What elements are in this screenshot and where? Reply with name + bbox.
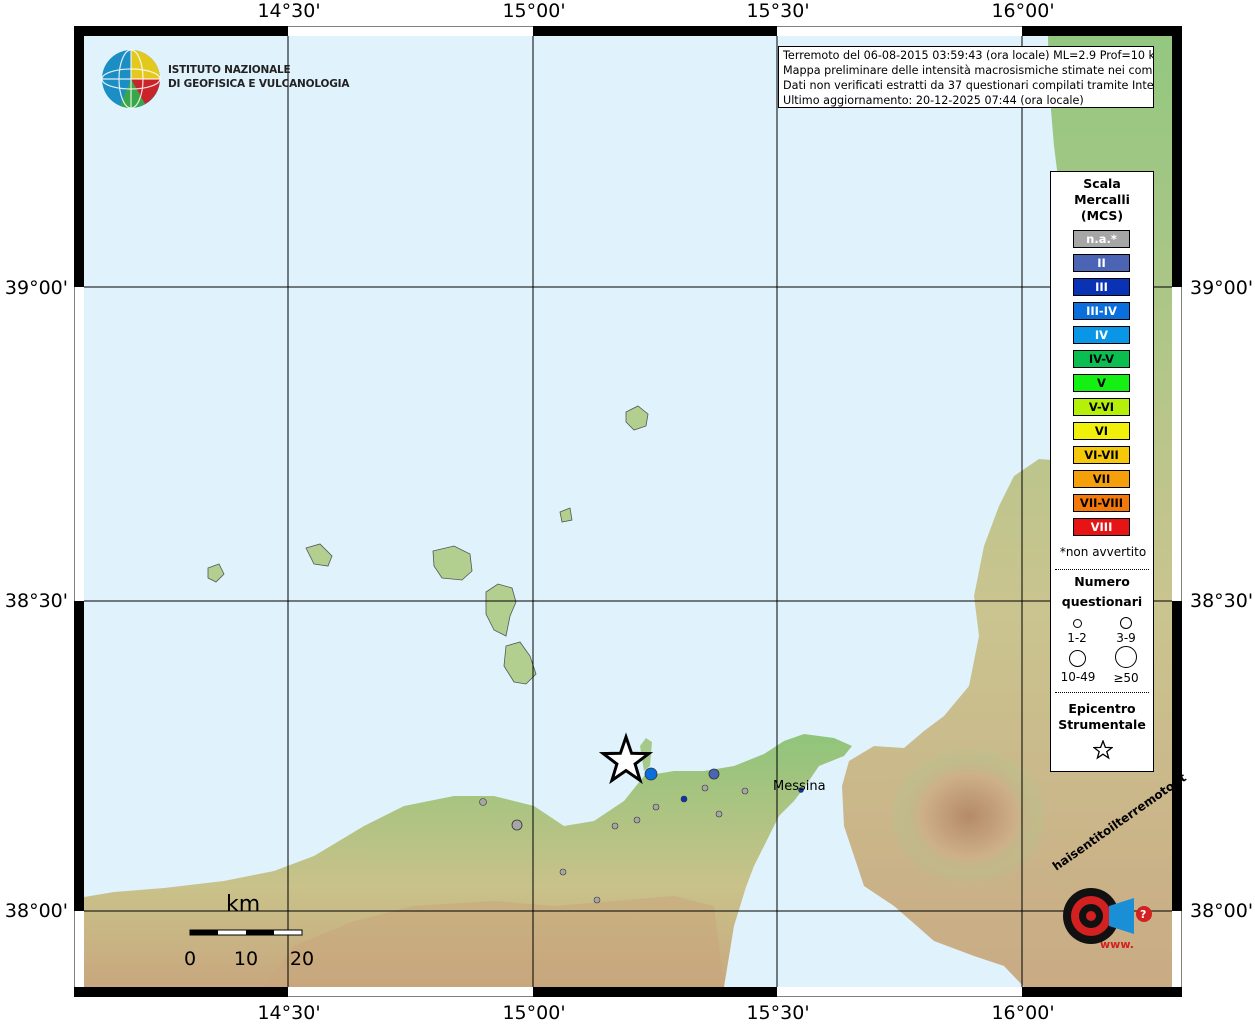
mcs-swatch-iii: III <box>1073 278 1130 296</box>
mcs-swatch-v-vi: V-VI <box>1073 398 1130 416</box>
event-line: Terremoto del 06-08-2015 03:59:43 (ora l… <box>783 49 1154 62</box>
marker-na <box>741 787 749 795</box>
marker-intensity-iii <box>680 795 688 803</box>
scale-tick: 20 <box>289 948 315 970</box>
lat-label-right: 38°00' <box>1190 900 1254 922</box>
aspromonte-relief <box>889 746 1049 886</box>
scale-tick: 0 <box>183 948 197 970</box>
scale-tick: 10 <box>233 948 259 970</box>
lon-label-bottom: 15°30' <box>746 1002 810 1024</box>
marker-na <box>633 816 641 824</box>
count-label: 3-9 <box>1116 631 1136 645</box>
last-update-line: Ultimo aggiornamento: 20-12-2025 07:44 (… <box>783 94 1084 107</box>
lat-label-left: 39°00' <box>4 277 68 299</box>
marker-na <box>652 803 660 811</box>
marker-milazzo <box>644 767 658 781</box>
lat-label-left: 38°00' <box>4 900 68 922</box>
mcs-swatch-vi-vii: VI-VII <box>1073 446 1130 464</box>
marker-na <box>479 798 487 806</box>
legend-footnote: *non avvertito <box>1059 545 1147 559</box>
mcs-swatch-iv-v: IV-V <box>1073 350 1130 368</box>
epicenter-title-line-2: Strumentale <box>1058 717 1146 732</box>
legend-star-icon <box>1093 740 1113 760</box>
intensity-map[interactable]: ? <box>74 26 1182 997</box>
logo-line-2: DI GEOFISICA E VULCANOLOGIA <box>168 78 350 90</box>
marker-intensity-iii-iv <box>708 768 720 780</box>
ingv-globe-icon <box>101 49 161 109</box>
scale-bar <box>189 929 303 936</box>
marker-na <box>559 868 567 876</box>
mcs-swatch-na: n.a.* <box>1073 230 1130 248</box>
lon-label-bottom: 15°00' <box>502 1002 566 1024</box>
legend-title-line-3: (MCS) <box>1080 208 1124 223</box>
map-description-line: Mappa preliminare delle intensità macros… <box>783 64 1154 77</box>
svg-text:?: ? <box>1140 908 1146 921</box>
marker-na <box>511 819 523 831</box>
count-label: 1-2 <box>1067 631 1087 645</box>
marker-na <box>593 896 601 904</box>
ingv-logo: ISTITUTO NAZIONALE DI GEOFISICA E VULCAN… <box>100 48 349 110</box>
count-title-line-1: Numero <box>1074 574 1130 589</box>
lat-label-right: 39°00' <box>1190 277 1254 299</box>
logo-line-1: ISTITUTO NAZIONALE <box>168 64 291 76</box>
marker-na <box>611 822 619 830</box>
count-circle-medium <box>1120 617 1132 629</box>
legend-title-line-2: Mercalli <box>1074 192 1130 207</box>
place-label-messina: Messina <box>773 779 826 794</box>
mcs-swatch-viii: VIII <box>1073 518 1130 536</box>
lat-label-left: 38°30' <box>4 590 68 612</box>
marker-na <box>715 810 723 818</box>
count-circle-xlarge <box>1115 646 1137 668</box>
mcs-swatch-vii-viii: VII-VIII <box>1073 494 1130 512</box>
lat-label-right: 38°30' <box>1190 590 1254 612</box>
mcs-swatch-vi: VI <box>1073 422 1130 440</box>
legend-title-line-1: Scala <box>1083 176 1121 191</box>
mcs-swatch-iv: IV <box>1073 326 1130 344</box>
mcs-swatch-vii: VII <box>1073 470 1130 488</box>
count-circle-large <box>1069 650 1086 667</box>
lon-label-top: 16°00' <box>991 0 1055 22</box>
mcs-swatch-iii-iv: III-IV <box>1073 302 1130 320</box>
lon-label-top: 15°00' <box>502 0 566 22</box>
scale-unit: km <box>226 892 261 917</box>
legend-panel: Scala Mercalli (MCS) n.a.* II III III-IV IV I… <box>1050 171 1154 772</box>
marker-na <box>701 784 709 792</box>
count-label: ≥50 <box>1113 671 1139 685</box>
lon-label-top: 14°30' <box>257 0 321 22</box>
badge-www-text: www. <box>1100 938 1134 951</box>
legend-separator <box>1055 692 1149 693</box>
count-label: 10-49 <box>1060 670 1096 684</box>
event-info-box: Terremoto del 06-08-2015 03:59:43 (ora l… <box>778 46 1154 108</box>
epicenter-title-line-1: Epicentro <box>1068 701 1136 716</box>
lon-label-bottom: 16°00' <box>991 1002 1055 1024</box>
count-title-line-2: questionari <box>1061 594 1143 609</box>
mcs-swatch-ii: II <box>1073 254 1130 272</box>
data-note-line: Dati non verificati estratti da 37 quest… <box>783 79 1154 92</box>
lon-label-bottom: 14°30' <box>257 1002 321 1024</box>
count-circle-small <box>1073 619 1082 628</box>
mcs-swatch-v: V <box>1073 374 1130 392</box>
legend-separator <box>1055 569 1149 570</box>
lon-label-top: 15°30' <box>746 0 810 22</box>
